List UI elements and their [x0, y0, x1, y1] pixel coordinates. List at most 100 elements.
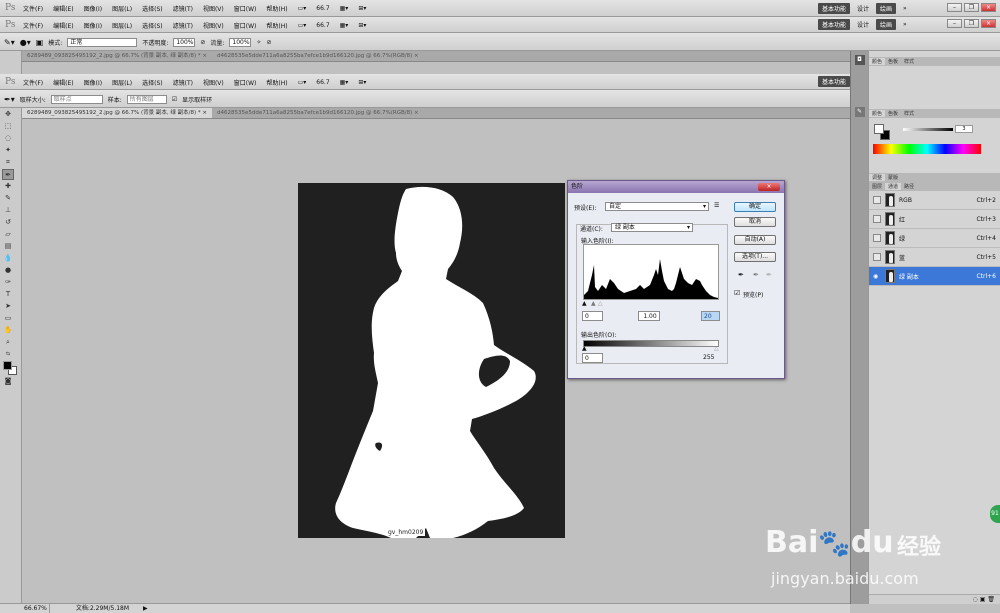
cancel-button[interactable]: 取消 — [734, 217, 776, 227]
tab-channels[interactable]: 通道 — [885, 183, 902, 190]
workspace-essentials[interactable]: 基本功能 — [818, 3, 851, 14]
doc-tab-active[interactable]: 6289489_093825495192_2.jpg @ 66.7% (背景 副… — [22, 108, 212, 118]
foreground-color-swatch[interactable] — [3, 361, 12, 370]
menu-edit[interactable]: 编辑(E) — [48, 21, 78, 30]
stamp-tool-icon[interactable]: ⊥ — [2, 205, 14, 216]
blur-tool-icon[interactable]: 💧 — [2, 253, 14, 264]
menu-select[interactable]: 选择(S) — [137, 78, 168, 87]
menu-view[interactable]: 视图(V) — [198, 21, 229, 30]
channel-select[interactable]: 绿 副本 ▾ — [611, 223, 693, 232]
levels-close-button[interactable]: × — [758, 183, 780, 191]
doc-tab-2[interactable]: d4628535e5dde711a6a8255ba7efce1b9d166120… — [212, 108, 424, 118]
menu-window[interactable]: 窗口(W) — [229, 4, 262, 13]
sample-select[interactable]: 所有图层 — [126, 94, 167, 104]
close-button[interactable]: × — [981, 19, 996, 28]
arrange-icon[interactable]: ▦▾ — [335, 5, 354, 12]
white-eyedropper-icon[interactable]: ✒ — [766, 271, 772, 279]
menu-view[interactable]: 视图(V) — [198, 4, 229, 13]
eye-icon[interactable]: ◉ — [873, 273, 881, 280]
tab-adjustments[interactable]: 调整 — [869, 174, 886, 181]
arrange-icon[interactable]: ▦▾ — [335, 22, 354, 29]
preset-select[interactable]: 自定 ▾ — [605, 202, 709, 211]
sample-size-select[interactable]: 取样点 — [50, 94, 103, 104]
menu-file[interactable]: 文件(F) — [18, 21, 48, 30]
preview-checkbox[interactable]: ☑ — [734, 289, 740, 297]
doc-tab-1[interactable]: 6289489_093825495192_2.jpg @ 66.7% (背景 副… — [22, 51, 212, 61]
color-slider-track[interactable] — [903, 128, 953, 131]
color-swatches[interactable] — [2, 361, 20, 375]
visibility-toggle[interactable] — [873, 215, 881, 223]
brush-tool-icon[interactable]: ✎▾ — [4, 38, 15, 47]
pressure-opacity-icon[interactable]: ⊘ — [200, 39, 205, 46]
load-selection-icon[interactable]: ◌ — [973, 596, 978, 603]
minimize-button[interactable]: – — [947, 3, 962, 12]
show-ring-checkbox[interactable]: ☑ — [172, 96, 177, 103]
swap-colors-icon[interactable]: ⇆ — [2, 349, 14, 360]
brush-preset-icon[interactable]: ●▾ — [20, 38, 31, 47]
output-white-slider[interactable]: △ — [714, 345, 719, 352]
workspace-essentials[interactable]: 基本功能 — [818, 19, 851, 30]
menu-filter[interactable]: 滤镜(T) — [168, 4, 198, 13]
menu-file[interactable]: 文件(F) — [18, 4, 48, 13]
menu-select[interactable]: 选择(S) — [137, 4, 168, 13]
crop-tool-icon[interactable]: ⌗ — [2, 157, 14, 168]
marquee-tool-icon[interactable]: ⬚ — [2, 121, 14, 132]
delete-channel-icon[interactable]: 🗑 — [987, 596, 995, 603]
color-slider-value[interactable]: 3 — [955, 125, 973, 133]
ok-button[interactable]: 确定 — [734, 202, 776, 212]
menu-help[interactable]: 帮助(H) — [261, 78, 292, 87]
screen-mode-icon[interactable]: ▭▾ — [293, 79, 312, 86]
panel-icon[interactable]: ✎ — [854, 107, 865, 117]
menu-edit[interactable]: 编辑(E) — [48, 4, 78, 13]
workspace-design[interactable]: 设计 — [853, 19, 873, 30]
menu-layer[interactable]: 图层(L) — [107, 21, 137, 30]
input-white-field[interactable]: 20 — [701, 311, 720, 321]
tab-swatches[interactable]: 色板 — [885, 58, 901, 65]
channel-row-green-copy[interactable]: ◉ 绿 副本 Ctrl+6 — [869, 267, 1000, 286]
restore-button[interactable]: ❐ — [964, 3, 979, 12]
tab-styles[interactable]: 样式 — [901, 110, 917, 117]
eraser-tool-icon[interactable]: ▱ — [2, 229, 14, 240]
extras-icon[interactable]: ⊞▾ — [353, 79, 371, 86]
input-gamma-field[interactable]: 1.00 — [638, 311, 660, 321]
tab-layers[interactable]: 图层 — [869, 183, 885, 190]
pressure-size-icon[interactable]: ⊘ — [266, 39, 271, 46]
menu-filter[interactable]: 滤镜(T) — [168, 21, 198, 30]
workspace-painting[interactable]: 绘画 — [876, 3, 897, 14]
channel-row-blue[interactable]: 蓝 Ctrl+5 — [869, 248, 1000, 267]
status-zoom[interactable]: 66.67% — [22, 604, 50, 613]
path-select-icon[interactable]: ➤ — [2, 301, 14, 312]
move-tool-icon[interactable]: ✥ — [2, 109, 14, 120]
menu-view[interactable]: 视图(V) — [198, 78, 229, 87]
new-channel-icon[interactable]: ▣ — [980, 596, 986, 603]
channel-row-rgb[interactable]: RGB Ctrl+2 — [869, 191, 1000, 210]
opacity-input[interactable]: 100% — [173, 37, 196, 47]
zoom-tool-icon[interactable]: ⌕ — [2, 337, 14, 348]
type-tool-icon[interactable]: T — [2, 289, 14, 300]
visibility-toggle[interactable] — [873, 196, 881, 204]
shape-tool-icon[interactable]: ▭ — [2, 313, 14, 324]
panel-icon[interactable]: ◘ — [854, 55, 865, 65]
output-black-field[interactable]: 0 — [582, 353, 603, 363]
visibility-toggle[interactable] — [873, 234, 881, 242]
menu-image[interactable]: 图像(I) — [79, 4, 107, 13]
brush-panel-icon[interactable]: ▣ — [36, 38, 44, 47]
arrange-icon[interactable]: ▦▾ — [335, 79, 354, 86]
tab-swatches[interactable]: 色板 — [885, 110, 901, 117]
workspace-more[interactable]: » — [899, 4, 911, 13]
color-fg-swatch[interactable] — [874, 124, 884, 134]
quick-select-tool-icon[interactable]: ✦ — [2, 145, 14, 156]
history-brush-icon[interactable]: ↺ — [2, 217, 14, 228]
visibility-toggle[interactable] — [873, 253, 881, 261]
auto-button[interactable]: 自动(A) — [734, 235, 776, 245]
input-gamma-slider[interactable]: ▲ — [591, 300, 596, 307]
tab-paths[interactable]: 路径 — [901, 183, 917, 190]
black-eyedropper-icon[interactable]: ✒ — [738, 271, 744, 279]
tab-styles[interactable]: 样式 — [901, 58, 917, 65]
input-black-slider[interactable]: ▲ — [582, 300, 587, 307]
workspace-more[interactable]: » — [899, 20, 911, 29]
tab-color[interactable]: 颜色 — [869, 110, 886, 117]
eyedropper-tool-icon[interactable]: ✒▾ — [4, 95, 15, 104]
airbrush-icon[interactable]: ✧ — [256, 39, 261, 46]
mode-select[interactable]: 正常 — [67, 37, 138, 47]
